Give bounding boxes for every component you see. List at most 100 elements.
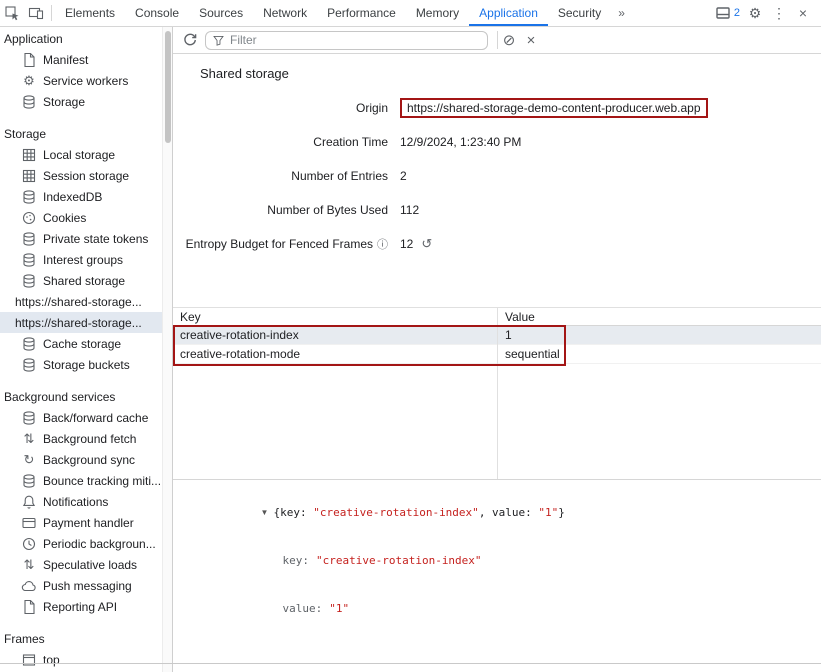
tab-application[interactable]: Application <box>469 0 548 26</box>
tab-elements[interactable]: Elements <box>55 0 125 26</box>
sidebar-item-label: Storage <box>43 95 85 109</box>
field-row-bytes-used: Number of Bytes Used 112 <box>173 193 821 227</box>
sidebar-item-payment-handler[interactable]: Payment handler <box>0 512 162 533</box>
sidebar-item-manifest[interactable]: Manifest <box>0 49 162 70</box>
gear-icon: ⚙ <box>749 6 762 20</box>
funnel-icon <box>212 34 225 47</box>
tab-console[interactable]: Console <box>125 0 189 26</box>
info-icon[interactable]: ⓘ <box>377 239 388 251</box>
sidebar-item-label: Back/forward cache <box>43 411 148 425</box>
settings-button[interactable]: ⚙ <box>743 0 767 27</box>
database-icon <box>21 189 37 205</box>
sidebar-item-reporting-api[interactable]: Reporting API <box>0 596 162 617</box>
bell-icon <box>21 494 37 510</box>
sidebar-item-label: top <box>43 653 60 667</box>
sidebar-item-label: https://shared-storage... <box>15 316 142 330</box>
tab-network[interactable]: Network <box>253 0 317 26</box>
sidebar-item-label: Background sync <box>43 453 135 467</box>
sidebar-scrollbar[interactable] <box>162 27 173 672</box>
sidebar-item-session-storage[interactable]: Session storage <box>0 165 162 186</box>
filter-input[interactable] <box>230 33 481 47</box>
devices-icon <box>28 5 44 21</box>
sidebar-item-bounce-tracking[interactable]: Bounce tracking miti... <box>0 470 162 491</box>
field-row-origin: Origin https://shared-storage-demo-conte… <box>173 91 821 125</box>
more-tabs-button[interactable]: » <box>611 0 632 26</box>
sidebar-item-interest-groups[interactable]: Interest groups <box>0 249 162 270</box>
panel-content: Shared storage Origin https://shared-sto… <box>173 54 821 672</box>
field-label: Number of Entries <box>173 169 388 183</box>
sidebar-item-label: Push messaging <box>43 579 132 593</box>
sidebar-item-cache-storage[interactable]: Cache storage <box>0 333 162 354</box>
database-icon <box>21 357 37 373</box>
sidebar-item-notifications[interactable]: Notifications <box>0 491 162 512</box>
storage-items-grid: Key Value creative-rotation-index 1 crea… <box>173 307 821 479</box>
origin-value annotation-box-origin: https://shared-storage-demo-content-prod… <box>400 98 708 118</box>
devtools-tabbar: Elements Console Sources Network Perform… <box>0 0 821 27</box>
sidebar-item-cookies[interactable]: Cookies <box>0 207 162 228</box>
sidebar-item-label: Private state tokens <box>43 232 148 246</box>
database-icon <box>21 336 37 352</box>
panel-toolbar: ⊘ × <box>173 27 821 54</box>
field-label: Entropy Budget for Fenced Framesⓘ <box>173 236 388 252</box>
sidebar-item-storage[interactable]: Storage <box>0 91 162 112</box>
sidebar-item-background-sync[interactable]: ↻ Background sync <box>0 449 162 470</box>
tab-performance[interactable]: Performance <box>317 0 406 26</box>
sidebar-item-speculative-loads[interactable]: ⇅ Speculative loads <box>0 554 162 575</box>
tab-security[interactable]: Security <box>548 0 611 26</box>
tab-sources[interactable]: Sources <box>189 0 253 26</box>
frame-icon <box>21 652 37 668</box>
inspect-element-button[interactable] <box>0 0 24 26</box>
preview-token-string: "creative-rotation-index" <box>313 506 479 519</box>
entropy-value: 12 <box>400 237 413 251</box>
section-title: Storage <box>0 122 162 144</box>
sidebar-item-local-storage[interactable]: Local storage <box>0 144 162 165</box>
sidebar-item-private-state-tokens[interactable]: Private state tokens <box>0 228 162 249</box>
close-devtools-button[interactable]: × <box>791 0 815 27</box>
sidebar-item-label: Storage buckets <box>43 358 130 372</box>
reset-budget-button undo-icon[interactable]: ↺ <box>421 236 432 252</box>
refresh-button[interactable] <box>179 29 201 51</box>
bottom-divider <box>0 663 821 664</box>
scrollbar-thumb[interactable] <box>165 31 171 143</box>
column-header-key[interactable]: Key <box>173 310 497 324</box>
tab-memory[interactable]: Memory <box>406 0 469 26</box>
sidebar-section-storage: Storage Local storage Session storage In… <box>0 122 162 375</box>
sidebar-item-label: IndexedDB <box>43 190 102 204</box>
sidebar-item-shared-storage[interactable]: Shared storage <box>0 270 162 291</box>
column-header-value[interactable]: Value <box>497 310 821 324</box>
more-options-button[interactable]: ⋮ <box>767 0 791 27</box>
clear-all-button[interactable]: ⊘ <box>498 29 520 51</box>
sidebar-item-shared-storage-origin-1[interactable]: https://shared-storage... <box>0 291 162 312</box>
column-divider <box>497 308 498 479</box>
console-drawer-badge[interactable]: 2 <box>712 0 743 27</box>
sidebar-item-shared-storage-origin-2[interactable]: https://shared-storage... <box>0 312 162 333</box>
document-icon <box>21 599 37 615</box>
sidebar-item-label: Cookies <box>43 211 86 225</box>
table-icon <box>21 147 37 163</box>
property-value: "1" <box>329 602 349 615</box>
sidebar-item-push-messaging[interactable]: Push messaging <box>0 575 162 596</box>
toolbar-divider <box>51 5 52 21</box>
sidebar-item-back-forward-cache[interactable]: Back/forward cache <box>0 407 162 428</box>
sidebar-item-top-frame[interactable]: top <box>0 649 162 670</box>
section-title: Frames <box>0 627 162 649</box>
sidebar-item-storage-buckets[interactable]: Storage buckets <box>0 354 162 375</box>
expander-triangle-icon[interactable]: ▼ <box>260 505 273 521</box>
object-property-row: key: "creative-rotation-index" <box>181 537 821 585</box>
sidebar-item-indexeddb[interactable]: IndexedDB <box>0 186 162 207</box>
field-row-entropy-budget: Entropy Budget for Fenced Framesⓘ 12 ↺ <box>173 227 821 261</box>
property-value: "creative-rotation-index" <box>316 554 482 567</box>
filter-box[interactable] <box>205 31 488 50</box>
sidebar-item-background-fetch[interactable]: ⇅ Background fetch <box>0 428 162 449</box>
device-toolbar-button[interactable] <box>24 0 48 26</box>
property-name: key: <box>282 554 309 567</box>
preview-token: , value: <box>479 506 539 519</box>
sidebar-item-label: Reporting API <box>43 600 117 614</box>
delete-selected-button[interactable]: × <box>520 29 542 51</box>
sidebar-item-periodic-background-sync[interactable]: Periodic backgroun... <box>0 533 162 554</box>
application-sidebar: Application Manifest ⚙ Service workers S… <box>0 27 162 672</box>
database-icon <box>21 273 37 289</box>
entry-preview-pane: ▼{key: "creative-rotation-index", value:… <box>173 479 821 662</box>
sidebar-item-service-workers[interactable]: ⚙ Service workers <box>0 70 162 91</box>
service-workers-gear-icon: ⚙ <box>21 73 37 89</box>
